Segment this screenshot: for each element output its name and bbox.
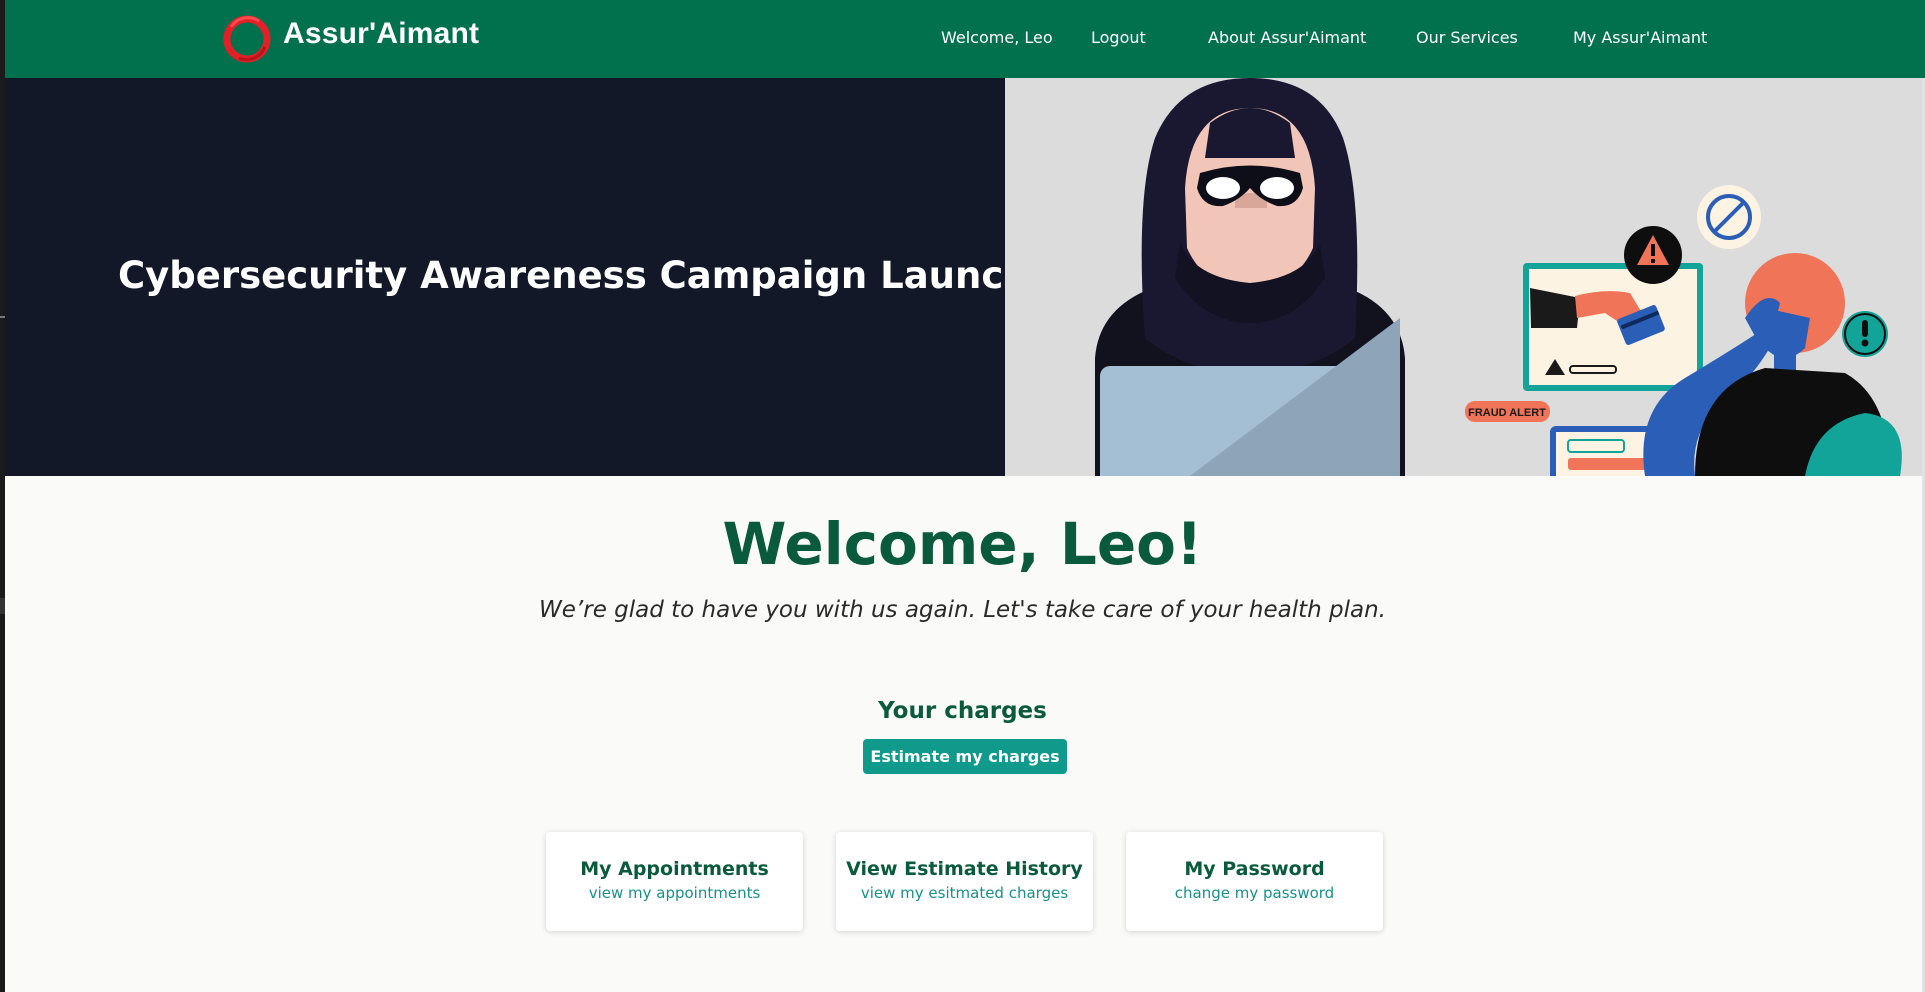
nav-my-account[interactable]: My Assur'Aimant: [1573, 28, 1707, 47]
card-title: View Estimate History: [846, 858, 1083, 880]
prohibited-icon: [1697, 185, 1761, 249]
nav-about[interactable]: About Assur'Aimant: [1208, 28, 1366, 47]
welcome-subtitle: We’re glad to have you with us again. Le…: [539, 597, 1386, 623]
card-title: My Password: [1184, 858, 1325, 880]
exclamation-icon: [1842, 311, 1888, 357]
brand-name[interactable]: Assur'Aimant: [283, 17, 479, 51]
hero-title: Cybersecurity Awareness Campaign Launche…: [118, 254, 1082, 297]
top-navbar: Assur'Aimant Welcome, Leo Logout About A…: [5, 0, 1925, 78]
card-my-password[interactable]: My Password change my password: [1126, 832, 1383, 931]
card-my-appointments[interactable]: My Appointments view my appointments: [546, 832, 803, 931]
card-estimate-history[interactable]: View Estimate History view my esitmated …: [836, 832, 1093, 931]
brand-logo-icon[interactable]: [221, 13, 273, 65]
charges-heading: Your charges: [878, 698, 1047, 724]
fraud-alert-label: FRAUD ALERT: [1468, 407, 1546, 419]
card-link[interactable]: view my esitmated charges: [836, 884, 1093, 902]
hero-banner: Cybersecurity Awareness Campaign Launche…: [5, 78, 1081, 476]
estimate-charges-button[interactable]: Estimate my charges: [863, 739, 1067, 774]
warning-icon: [1624, 226, 1682, 284]
card-link[interactable]: view my appointments: [546, 884, 803, 902]
welcome-heading: Welcome, Leo!: [722, 510, 1203, 578]
nav-logout[interactable]: Logout: [1091, 28, 1146, 47]
monitor-scene: [1523, 263, 1703, 391]
nav-our-services[interactable]: Our Services: [1416, 28, 1518, 47]
card-title: My Appointments: [580, 858, 769, 880]
card-link[interactable]: change my password: [1126, 884, 1383, 902]
nav-welcome-user[interactable]: Welcome, Leo: [941, 28, 1053, 47]
hero-illustration: FRAUD ALERT: [1005, 78, 1922, 476]
